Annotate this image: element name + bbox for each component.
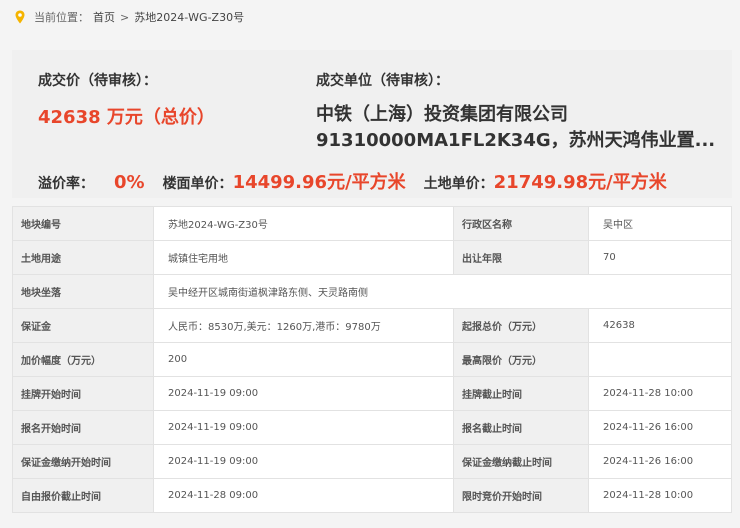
field-value: 2024-11-28 10:00 [588, 478, 732, 513]
buyer-label: 成交单位（待审核）： [316, 73, 449, 89]
field-label: 起报总价（万元） [453, 308, 589, 343]
field-label: 土地用途 [12, 240, 154, 275]
field-label: 报名开始时间 [12, 410, 154, 445]
field-label: 保证金 [12, 308, 154, 343]
field-label: 行政区名称 [453, 206, 589, 241]
buyer-line-2: 91310000MA1FL2K34G，苏州天鸿伟业置... [316, 130, 716, 151]
field-value: 人民币：8530万,美元：1260万,港币：9780万 [153, 308, 454, 343]
field-label: 保证金缴纳截止时间 [453, 444, 589, 479]
price-stats: 溢价率： 0% 楼面单价： 14499.96元/平方米 土地单价： 21749.… [38, 168, 667, 194]
field-value: 苏地2024-WG-Z30号 [153, 206, 454, 241]
field-label: 报名截止时间 [453, 410, 589, 445]
field-label: 限时竞价开始时间 [453, 478, 589, 513]
field-value: 2024-11-19 09:00 [153, 376, 454, 411]
table-row: 土地用途 城镇住宅用地 出让年限 70 [12, 240, 732, 275]
field-label: 最高限价（万元） [453, 342, 589, 377]
table-row: 地块坐落 吴中经开区城南街道枫津路东侧、天灵路南侧 [12, 274, 732, 309]
land-price-value: 21749.98元/平方米 [493, 172, 667, 193]
premium-value: 0% [114, 172, 145, 193]
field-label: 自由报价截止时间 [12, 478, 154, 513]
land-price-label: 土地单价： [423, 176, 494, 192]
breadcrumb: 当前位置： 首页 > 苏地2024-WG-Z30号 [0, 0, 740, 34]
field-value: 70 [588, 240, 732, 275]
field-value: 42638 [588, 308, 732, 343]
field-value: 2024-11-28 09:00 [153, 478, 454, 513]
breadcrumb-prefix: 当前位置： [34, 11, 89, 24]
field-label: 地块编号 [12, 206, 154, 241]
field-label: 出让年限 [453, 240, 589, 275]
buyer-name: 中铁（上海）投资集团有限公司 91310000MA1FL2K34G，苏州天鸿伟业… [316, 102, 726, 154]
field-label: 地块坐落 [12, 274, 154, 309]
table-row: 保证金缴纳开始时间 2024-11-19 09:00 保证金缴纳截止时间 202… [12, 444, 732, 479]
field-value: 2024-11-19 09:00 [153, 410, 454, 445]
table-row: 保证金 人民币：8530万,美元：1260万,港币：9780万 起报总价（万元）… [12, 308, 732, 343]
breadcrumb-separator: > [120, 10, 130, 24]
field-label: 保证金缴纳开始时间 [12, 444, 154, 479]
table-row: 挂牌开始时间 2024-11-19 09:00 挂牌截止时间 2024-11-2… [12, 376, 732, 411]
field-value [588, 342, 732, 377]
field-value: 2024-11-19 09:00 [153, 444, 454, 479]
breadcrumb-current: 苏地2024-WG-Z30号 [134, 11, 245, 24]
buyer-line-1: 中铁（上海）投资集团有限公司 [316, 104, 568, 125]
price-value: 42638 万元（总价） [38, 107, 215, 128]
floor-price-value: 14499.96元/平方米 [232, 172, 406, 193]
table-row: 报名开始时间 2024-11-19 09:00 报名截止时间 2024-11-2… [12, 410, 732, 445]
floor-price-label: 楼面单价： [162, 176, 233, 192]
table-row: 加价幅度（万元） 200 最高限价（万元） [12, 342, 732, 377]
deal-summary-panel: 成交价（待审核）： 42638 万元（总价） 成交单位（待审核）： 中铁（上海）… [12, 50, 732, 198]
field-value: 2024-11-26 16:00 [588, 410, 732, 445]
table-row: 自由报价截止时间 2024-11-28 09:00 限时竞价开始时间 2024-… [12, 478, 732, 513]
field-value: 城镇住宅用地 [153, 240, 454, 275]
field-value: 200 [153, 342, 454, 377]
field-value: 2024-11-26 16:00 [588, 444, 732, 479]
field-value: 吴中区 [588, 206, 732, 241]
field-value: 2024-11-28 10:00 [588, 376, 732, 411]
field-label: 挂牌截止时间 [453, 376, 589, 411]
field-label: 加价幅度（万元） [12, 342, 154, 377]
land-detail-table: 地块编号 苏地2024-WG-Z30号 行政区名称 吴中区 土地用途 城镇住宅用… [12, 206, 732, 513]
field-value: 吴中经开区城南街道枫津路东侧、天灵路南侧 [153, 274, 732, 309]
price-label: 成交价（待审核）： [38, 73, 157, 89]
table-row: 地块编号 苏地2024-WG-Z30号 行政区名称 吴中区 [12, 206, 732, 241]
location-pin-icon [12, 9, 28, 25]
field-label: 挂牌开始时间 [12, 376, 154, 411]
breadcrumb-home-link[interactable]: 首页 [93, 9, 115, 25]
premium-label: 溢价率： [38, 176, 94, 192]
